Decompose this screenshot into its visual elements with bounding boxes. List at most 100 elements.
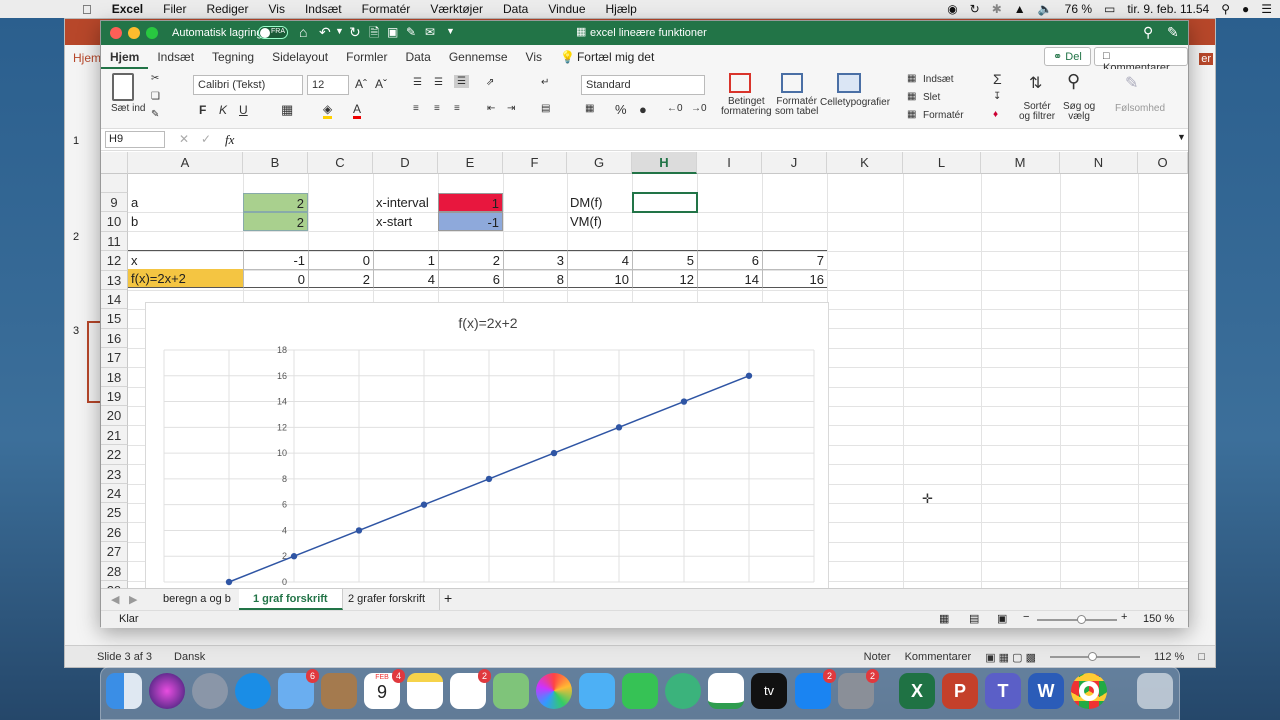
siri-menu-icon[interactable]: ● (1242, 2, 1249, 16)
shrink-font-icon[interactable]: Aˇ (375, 77, 387, 91)
tab-hjem[interactable]: Hjem (101, 45, 149, 69)
reminders-icon[interactable]: 2 (450, 669, 491, 709)
page-break-icon[interactable]: ▣ (997, 612, 1007, 625)
menu-vis[interactable]: Vis (268, 2, 284, 16)
row-header-14[interactable]: 14 (101, 290, 128, 310)
col-header-l[interactable]: L (903, 152, 981, 174)
cell-g9[interactable]: DM(f) (567, 193, 632, 212)
cell-styles-label[interactable]: Celletypografier (820, 97, 890, 108)
tab-vis[interactable]: Vis (517, 50, 551, 64)
new-doc-icon[interactable]: 🗎 (369, 24, 379, 46)
findmy-icon[interactable] (665, 673, 701, 709)
format-painter-icon[interactable]: ✎ (151, 109, 159, 120)
worksheet-grid[interactable]: ABCDEFGHIJKLMNO 9 10 11 12 13 14 15 16 17 18 19 20 2… (101, 152, 1188, 590)
cell-h9-selected[interactable] (632, 192, 698, 213)
orientation-icon[interactable]: ⇗ (486, 77, 494, 88)
home-icon[interactable]: ⌂ (299, 24, 307, 40)
row-header-21[interactable]: 21 (101, 425, 128, 446)
cell-x-value[interactable]: 1 (373, 250, 438, 269)
expand-formula-icon[interactable]: ▼ (1177, 132, 1186, 142)
format-table-label[interactable]: Formatér som tabel (775, 97, 818, 117)
menu-hjaelp[interactable]: Hjælp (606, 2, 637, 16)
battery-icon[interactable]: ▭ (1104, 2, 1115, 16)
col-header-m[interactable]: M (981, 152, 1060, 174)
chrome-icon[interactable] (1071, 673, 1107, 709)
row-header-23[interactable]: 23 (101, 464, 128, 484)
row-header-11[interactable]: 11 (101, 231, 128, 252)
conditional-format-label[interactable]: Betinget formatering (721, 97, 772, 117)
delete-cells-icon[interactable]: ▦ (907, 91, 916, 102)
col-header-f[interactable]: F (503, 152, 567, 174)
next-sheet-icon[interactable]: ▶ (129, 593, 137, 606)
font-color-icon[interactable]: A (353, 102, 362, 119)
tab-indsaet[interactable]: Indsæt (148, 50, 203, 64)
underline-button[interactable]: U (239, 103, 248, 117)
conditional-format-icon[interactable] (729, 73, 751, 93)
cell-x-value[interactable]: -1 (243, 250, 308, 269)
cell-x-value[interactable]: 3 (503, 250, 567, 269)
row-header-12[interactable]: 12 (101, 251, 128, 271)
row-header-25[interactable]: 25 (101, 503, 128, 523)
fill-color-icon[interactable]: ◈ (323, 102, 333, 119)
row-header-16[interactable]: 16 (101, 328, 128, 349)
system-preferences-icon[interactable]: 2 (838, 669, 879, 709)
insert-cells-icon[interactable]: ▦ (907, 73, 916, 84)
col-header-h[interactable]: H (632, 152, 697, 174)
cell-x-value[interactable]: 4 (567, 250, 632, 269)
col-header-o[interactable]: O (1138, 152, 1188, 174)
sort-filter-icon[interactable]: ⇅ (1029, 73, 1042, 93)
ppt-home-tab[interactable]: Hjem (73, 51, 101, 65)
insert-cells-button[interactable]: Indsæt (923, 74, 954, 85)
cell-fx-value[interactable]: 16 (762, 269, 827, 288)
sheet-tab-1-graf[interactable]: 1 graf forskrift (239, 589, 343, 610)
teams-dock-icon[interactable]: T (985, 673, 1021, 709)
function-icon[interactable]: fx (225, 132, 234, 148)
menu-formater[interactable]: Formatér (362, 2, 411, 16)
col-header-c[interactable]: C (308, 152, 373, 174)
more-quickaccess-icon[interactable]: ▼ (446, 26, 455, 36)
photos-icon[interactable] (536, 673, 572, 709)
cell-fx-value[interactable]: 2 (308, 269, 373, 288)
cell-b9[interactable]: 2 (243, 193, 308, 212)
autosave-toggle[interactable]: FRA (258, 26, 288, 39)
control-center-icon[interactable]: ☰ (1261, 2, 1272, 16)
row-header-26[interactable]: 26 (101, 522, 128, 543)
cell-d9[interactable]: x-interval (373, 193, 438, 212)
borders-icon[interactable]: ▦ (281, 102, 293, 118)
line-chart[interactable]: f(x)=2x+2 18 16 14 12 10 8 6 4 2 0 (145, 302, 829, 590)
cell-a10[interactable]: b (128, 212, 243, 231)
apple-menu-icon[interactable]:  (82, 2, 92, 17)
spotlight-icon[interactable]: ⚲ (1221, 2, 1230, 16)
col-header-e[interactable]: E (438, 152, 503, 174)
volume-icon[interactable]: 🔈 (1038, 2, 1053, 16)
cell-x-value[interactable]: 6 (697, 250, 762, 269)
cell-fx-value[interactable]: 4 (373, 269, 438, 288)
tell-me-search[interactable]: Fortæl mig det (577, 50, 654, 64)
menu-rediger[interactable]: Rediger (206, 2, 248, 16)
row-header-17[interactable]: 17 (101, 348, 128, 368)
calendar-icon[interactable]: FEB 9 4 (364, 669, 405, 709)
account-icon[interactable]: ✎ (1167, 24, 1179, 41)
zoom-in-button[interactable]: + (1121, 611, 1127, 623)
cell-x-value[interactable]: 7 (762, 250, 827, 269)
tab-gennemse[interactable]: Gennemse (440, 50, 517, 64)
mail-icon[interactable]: ✉ (425, 25, 435, 39)
menu-vaerktojer[interactable]: Værktøjer (430, 2, 483, 16)
ppt-comments-button[interactable]: Kommentarer (905, 651, 972, 663)
row-header-13[interactable]: 13 (101, 270, 128, 290)
word-dock-icon[interactable]: W (1028, 673, 1064, 709)
sort-filter-label[interactable]: Sortér og filtrer (1019, 102, 1055, 122)
menu-vindue[interactable]: Vindue (548, 2, 585, 16)
minimize-window-button[interactable] (128, 27, 140, 39)
record-icon[interactable]: ◉ (947, 2, 957, 16)
row-header-27[interactable]: 27 (101, 542, 128, 562)
col-header-k[interactable]: K (827, 152, 903, 174)
undo-dropdown-icon[interactable]: ▼ (335, 26, 344, 36)
trash-icon[interactable] (1137, 673, 1173, 709)
font-size-dropdown[interactable]: 12 (307, 75, 349, 95)
copy-icon[interactable]: ❏ (151, 91, 160, 102)
share-button[interactable]: ⚭ Del (1044, 47, 1091, 66)
normal-view-icon[interactable]: ▦ (939, 612, 949, 625)
cell-fx-value[interactable]: 0 (243, 269, 308, 288)
row-header-22[interactable]: 22 (101, 445, 128, 465)
